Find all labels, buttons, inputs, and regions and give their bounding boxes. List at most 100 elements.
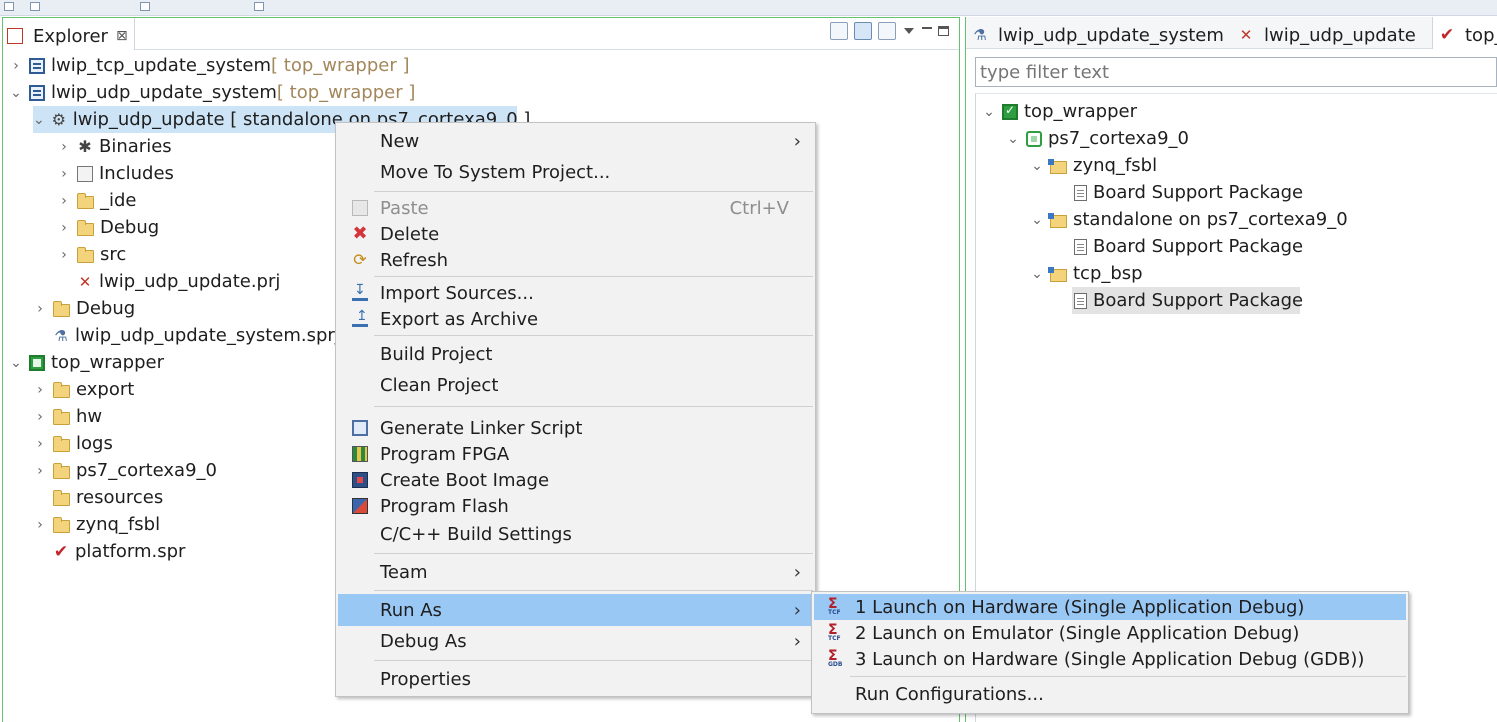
tree-item[interactable]: ⌄ top_wrapper [9,349,164,376]
toolbar-icon[interactable] [254,2,264,11]
menu-item-label: C/C++ Build Settings [380,523,572,545]
tree-item[interactable]: ⌄ lwip_udp_update_system [ top_wrapper ] [9,79,415,106]
menu-item-move-to-system-project[interactable]: Move To System Project... [338,156,813,188]
tree-item[interactable]: ⌄ top_wrapper [982,98,1137,125]
chevron-down-icon[interactable]: ⌄ [33,112,45,128]
chevron-right-icon[interactable]: › [33,436,47,452]
submenu-item-launch-emulator[interactable]: Σ TCF 2 Launch on Emulator (Single Applic… [814,620,1406,646]
chevron-right-icon[interactable]: › [33,463,47,479]
menu-separator [374,553,813,554]
chevron-right-icon[interactable]: › [57,166,71,182]
chevron-right-icon[interactable]: › [57,220,71,236]
tree-item[interactable]: › Includes [57,160,174,187]
menu-separator [374,335,813,336]
tree-item[interactable]: › ✱ Binaries [57,133,171,160]
chevron-right-icon[interactable]: › [57,139,71,155]
tree-item[interactable]: ⌄ standalone on ps7_cortexa9_0 [1030,206,1348,233]
chevron-down-icon[interactable]: ⌄ [9,85,23,101]
tree-item[interactable]: › zynq_fsbl [33,511,160,538]
menu-item-debug-as[interactable]: Debug As › [338,625,813,657]
tree-item[interactable]: Board Support Package [1074,233,1303,260]
folder-icon [53,489,70,506]
folder-icon [53,408,70,425]
tree-item[interactable]: ⚗ lwip_udp_update_system.sprj [53,322,340,349]
chevron-right-icon[interactable]: › [9,58,23,74]
close-icon[interactable]: ⊠ [116,28,128,44]
chevron-right-icon[interactable]: › [57,193,71,209]
tree-item-label: lwip_tcp_update_system [51,55,272,76]
chevron-right-icon[interactable]: › [33,382,47,398]
menu-item-refresh[interactable]: ⟳ Refresh [338,244,813,276]
tree-item[interactable]: › export [33,376,134,403]
toolbar-icon[interactable] [4,2,14,11]
tab-top-wrapper[interactable]: ✔ top_w [1432,17,1497,49]
minimize-icon[interactable] [922,27,932,29]
chevron-down-icon[interactable]: ⌄ [1006,131,1020,147]
domain-folder-icon [1048,266,1067,282]
tree-item[interactable]: ⌄ tcp_bsp [1030,260,1142,287]
menu-item-clean-project[interactable]: Clean Project [338,369,813,401]
menu-item-new[interactable]: New › [338,125,813,157]
view-menu-icon[interactable] [904,28,914,34]
import-icon[interactable] [878,22,896,40]
tree-item[interactable]: ✔ platform.spr [53,538,186,565]
tree-item[interactable]: › Debug [57,214,159,241]
menu-item-build-project[interactable]: Build Project [338,338,813,370]
chevron-right-icon[interactable]: › [33,517,47,533]
tree-item-highlighted[interactable]: Board Support Package [1072,287,1303,314]
chevron-right-icon[interactable]: › [33,301,47,317]
chevron-down-icon[interactable]: ⌄ [982,104,996,120]
menu-item-properties[interactable]: Properties [338,663,813,695]
chevron-down-icon[interactable]: ⌄ [9,355,23,371]
folder-icon [53,462,70,479]
tcf-launch-icon: Σ TCF [828,622,841,642]
filter-input[interactable] [975,57,1497,87]
tree-item[interactable]: › Debug [33,295,135,322]
menu-item-run-as[interactable]: Run As › [338,594,813,626]
folder-icon [77,246,94,263]
tree-item[interactable]: › logs [33,430,113,457]
menu-item-export-archive[interactable]: Export as Archive [338,303,813,335]
chevron-right-icon[interactable]: › [33,409,47,425]
tree-item[interactable]: › hw [33,403,102,430]
tree-item[interactable]: Board Support Package [1074,179,1303,206]
chevron-down-icon[interactable]: ⌄ [1030,212,1044,228]
menu-item-label: Create Boot Image [380,469,550,491]
menu-item-build-settings[interactable]: C/C++ Build Settings [338,518,813,550]
tree-item-label: ps7_cortexa9_0 [1048,128,1189,149]
tab-explorer[interactable]: Explorer ⊠ [3,18,135,50]
spr-file-icon: ✔ [53,541,69,562]
application-project-icon: ⚙ [51,109,66,129]
chevron-right-icon: › [793,630,801,652]
menu-item-label: Run As [380,599,442,621]
chevron-right-icon[interactable]: › [57,247,71,263]
folder-icon [53,435,70,452]
submenu-item-run-configurations[interactable]: Run Configurations... [814,681,1406,707]
menu-separator [374,406,813,407]
chevron-down-icon[interactable]: ⌄ [1030,158,1044,174]
context-menu: New › Move To System Project... Paste Ct… [335,122,816,697]
toolbar-icon[interactable] [30,2,40,11]
collapse-all-icon[interactable] [830,22,848,40]
tree-item[interactable]: resources [53,484,163,511]
submenu-item-launch-hardware[interactable]: Σ TCF 1 Launch on Hardware (Single Applic… [814,594,1406,620]
tree-item[interactable]: ✕ lwip_udp_update.prj [77,268,281,295]
link-with-editor-icon[interactable] [854,22,872,40]
tree-item[interactable]: ⌄ zynq_fsbl [1030,152,1157,179]
tab-lwip-udp-update[interactable]: ✕ lwip_udp_update [1232,17,1422,49]
tree-item[interactable]: › src [57,241,126,268]
tab-lwip-udp-update-system[interactable]: ⚗ lwip_udp_update_system [966,17,1230,49]
toolbar-icon[interactable] [140,2,150,11]
tree-item[interactable]: ⌄ ps7_cortexa9_0 [1006,125,1189,152]
menu-item-label: Generate Linker Script [380,417,583,439]
submenu-item-launch-hardware-gdb[interactable]: Σ GDB 3 Launch on Hardware (Single Applic… [814,646,1406,672]
top-toolbar-strip [0,0,1497,16]
chevron-down-icon[interactable]: ⌄ [1030,266,1044,282]
tree-item[interactable]: › _ide [57,187,136,214]
menu-item-team[interactable]: Team › [338,556,813,588]
tree-item[interactable]: › ps7_cortexa9_0 [33,457,217,484]
domain-folder-icon [1048,158,1067,174]
processor-icon [1026,130,1042,147]
tree-item[interactable]: › lwip_tcp_update_system [ top_wrapper ] [9,52,409,79]
maximize-icon[interactable] [938,26,949,36]
